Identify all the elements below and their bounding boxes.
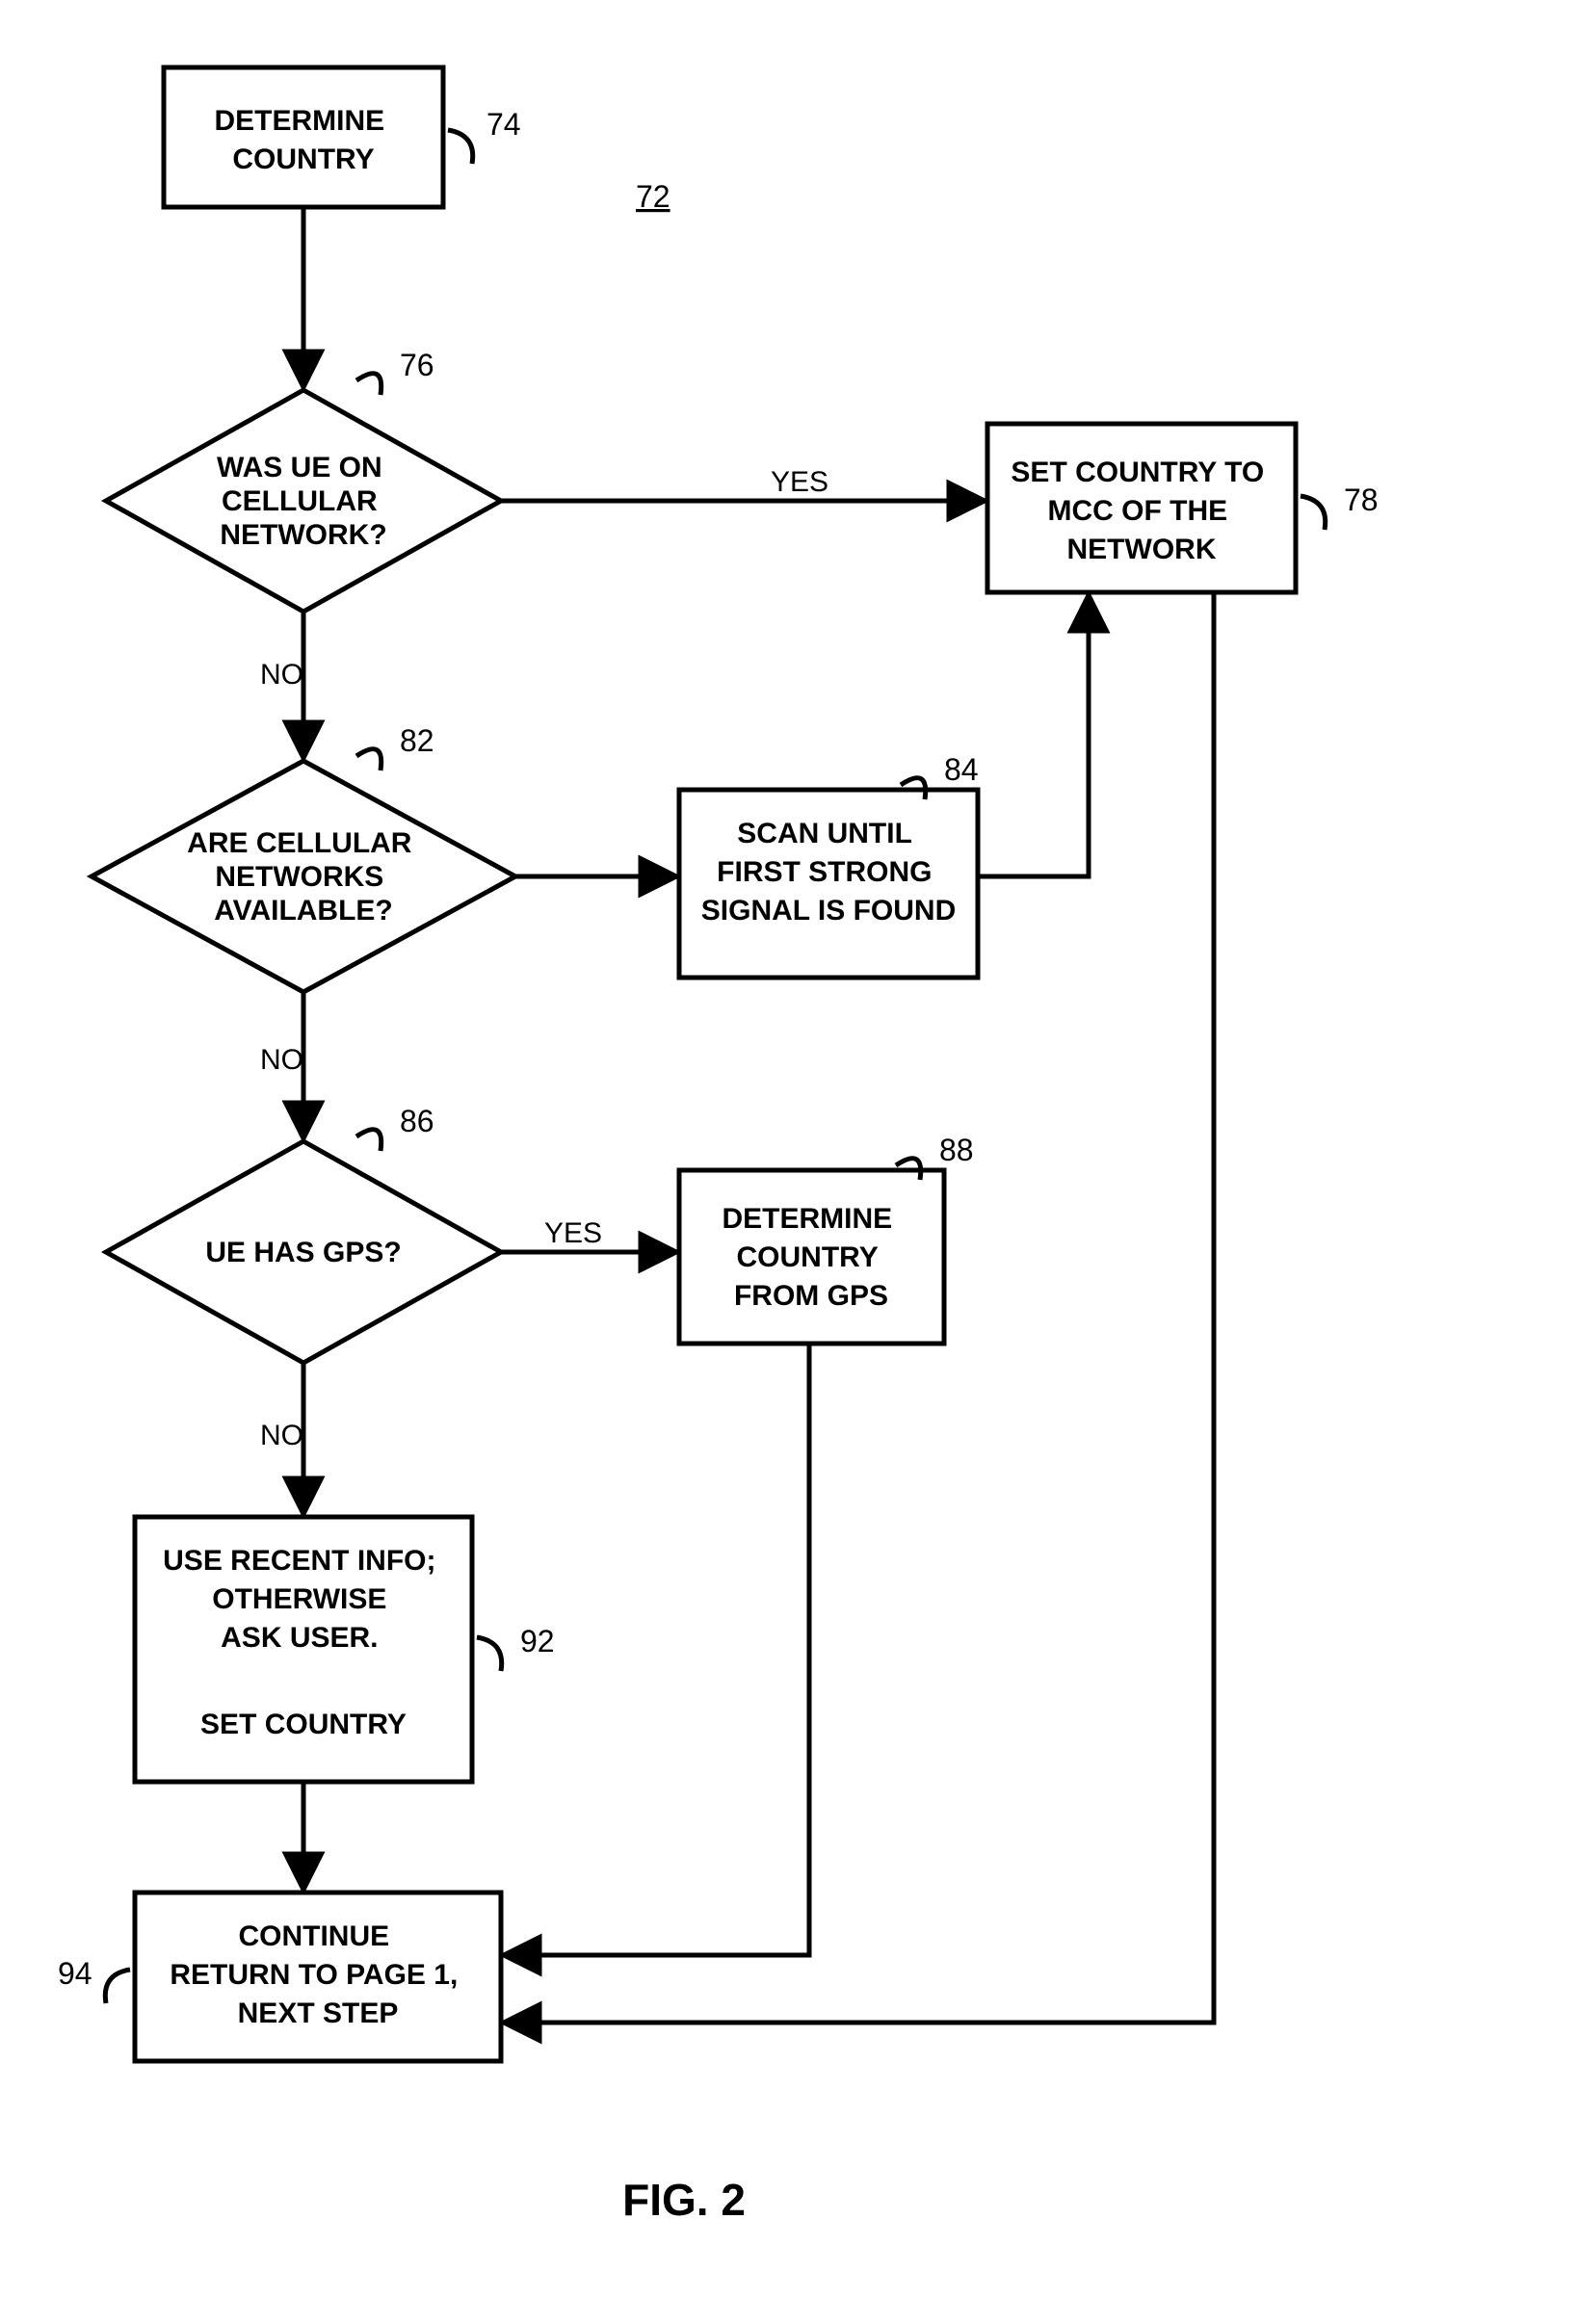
ref-84: 84	[944, 752, 979, 787]
edge-82-86-label: NO	[260, 1044, 303, 1076]
figure-label: FIG. 2	[622, 2175, 746, 2225]
node-84: SCAN UNTIL FIRST STRONG SIGNAL IS FOUND …	[679, 752, 979, 978]
node-88: DETERMINE COUNTRY FROM GPS 88	[679, 1133, 974, 1344]
ref-78: 78	[1344, 483, 1379, 517]
ref-74: 74	[486, 107, 521, 142]
svg-text:ARE CELLULAR NETWORKS: ARE CELLULAR NETWORKS AVAILABLE?	[187, 827, 420, 927]
node-82: ARE CELLULAR NETWORKS AVAILABLE? 82	[92, 723, 515, 992]
svg-text:WAS UE ON CELLULAR: WAS UE ON CELLULAR NETWORK?	[217, 452, 390, 551]
ref-diagram: 72	[636, 179, 670, 214]
edge-86-92-label: NO	[260, 1420, 303, 1451]
node-92: USE RECENT INFO; OTHERWISE ASK USER. SET…	[135, 1517, 555, 1782]
edge-76-78-label: YES	[771, 466, 828, 498]
node-74: DETERMINE COUNTRY 74	[164, 67, 521, 207]
flowchart: 72 DETERMINE COUNTRY 74 WAS UE ON CELLUL…	[0, 0, 1577, 2324]
edge-76-82-label: NO	[260, 659, 303, 691]
ref-76: 76	[400, 348, 434, 382]
svg-text:DETERMINE COUNTRY: DETERMINE COUNTRY FROM GPS	[722, 1203, 900, 1312]
edge-86-88-label: YES	[544, 1217, 602, 1249]
ref-88: 88	[939, 1133, 974, 1167]
svg-text:UE HAS GPS?: UE HAS GPS?	[205, 1237, 401, 1268]
node-76: WAS UE ON CELLULAR NETWORK? 76	[106, 348, 501, 612]
node-94: CONTINUE RETURN TO PAGE 1, NEXT STEP 94	[58, 1893, 501, 2061]
ref-94: 94	[58, 1956, 92, 1991]
ref-92: 92	[520, 1624, 555, 1658]
node-86: UE HAS GPS? 86	[106, 1104, 501, 1363]
ref-86: 86	[400, 1104, 434, 1138]
edge-84-78	[978, 597, 1089, 876]
svg-text:SCAN UNTIL FIRST STRONG: SCAN UNTIL FIRST STRONG SIGNAL IS FOUND	[701, 818, 956, 927]
node-78: SET COUNTRY TO MCC OF THE NETWORK 78	[987, 424, 1379, 592]
ref-82: 82	[400, 723, 434, 758]
